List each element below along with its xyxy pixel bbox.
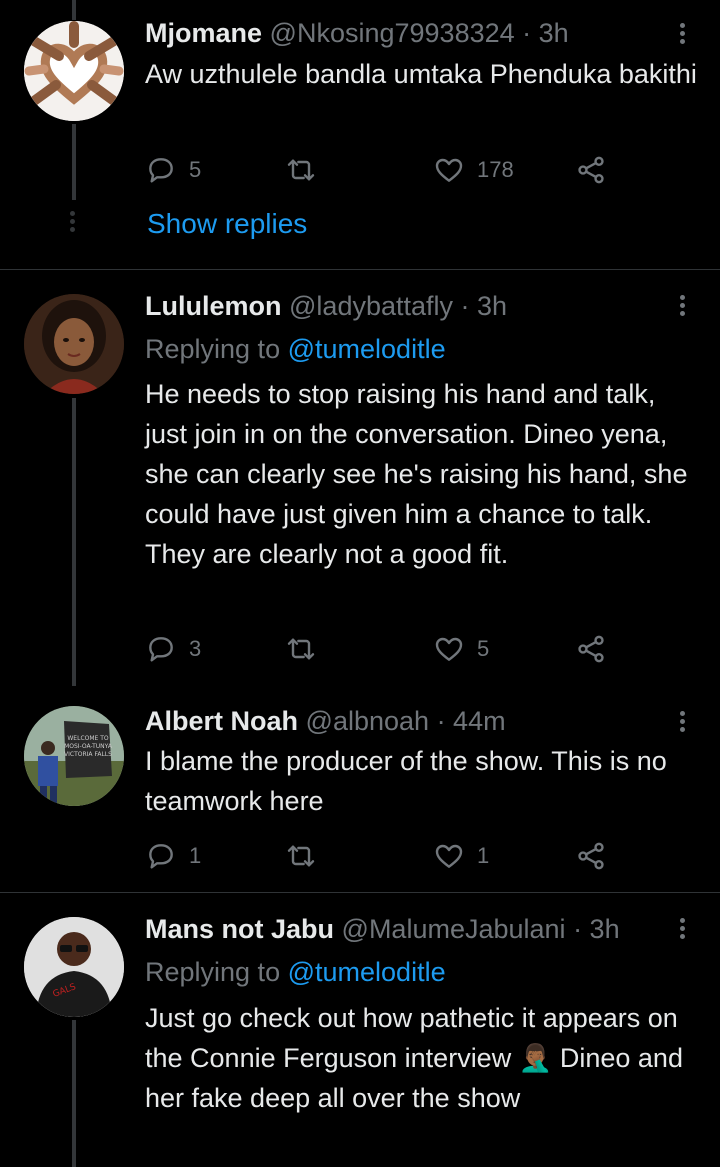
- tweet-1: Mjomane @Nkosing79938324 · 3h Aw uzthule…: [0, 0, 720, 270]
- tweet-actions: 1 1: [145, 836, 625, 876]
- facepalm-emoji: 🤦🏾‍♂️: [518, 1043, 553, 1073]
- retweet-button[interactable]: [285, 836, 317, 876]
- reply-button[interactable]: 5: [145, 150, 201, 190]
- photo-avatar[interactable]: WELCOME TO MOSI-OA-TUNYA VICTORIA FALLS: [24, 706, 124, 806]
- like-count: 178: [477, 157, 514, 182]
- tweet-4: GALS Mans not Jabu @MalumeJabulani · 3h …: [0, 893, 720, 1167]
- reply-icon: [149, 158, 173, 183]
- reply-button[interactable]: 3: [145, 629, 201, 669]
- tweet-text: He needs to stop raising his hand and ta…: [145, 379, 688, 569]
- share-button[interactable]: [575, 836, 607, 876]
- svg-text:WELCOME TO: WELCOME TO: [67, 735, 109, 742]
- handle[interactable]: @Nkosing79938324: [270, 18, 515, 48]
- heart-icon: [435, 158, 463, 182]
- replying-to: Replying to @tumeloditle: [145, 956, 446, 988]
- share-button[interactable]: [575, 629, 607, 669]
- replying-to-link[interactable]: @tumeloditle: [288, 957, 446, 987]
- display-name[interactable]: Lululemon: [145, 291, 282, 321]
- heart-icon: [435, 844, 463, 868]
- svg-text:VICTORIA FALLS: VICTORIA FALLS: [64, 751, 112, 758]
- like-button[interactable]: 178: [433, 150, 514, 190]
- hands-heart-avatar[interactable]: [24, 21, 124, 121]
- handle[interactable]: @MalumeJabulani: [342, 914, 566, 944]
- tweet-header: Mjomane @Nkosing79938324 · 3h: [145, 17, 569, 49]
- replying-to-prefix: Replying to: [145, 334, 281, 364]
- tweet-header: Mans not Jabu @MalumeJabulani · 3h: [145, 913, 620, 945]
- tweet-actions: 5 178: [145, 150, 625, 190]
- more-options-icon[interactable]: [670, 20, 694, 52]
- tweet-3: WELCOME TO MOSI-OA-TUNYA VICTORIA FALLS …: [0, 690, 720, 893]
- show-replies-link[interactable]: Show replies: [147, 208, 307, 240]
- reply-count: 3: [189, 636, 202, 661]
- display-name[interactable]: Mjomane: [145, 18, 262, 48]
- reply-icon: [149, 844, 173, 869]
- tweet-2: Lululemon @ladybattafly · 3h Replying to…: [0, 270, 720, 690]
- more-options-icon[interactable]: [670, 915, 694, 947]
- display-name[interactable]: Mans not Jabu: [145, 914, 334, 944]
- tweet-header: Lululemon @ladybattafly · 3h: [145, 290, 507, 322]
- reply-icon: [149, 637, 173, 662]
- share-icon: [578, 635, 604, 663]
- handle[interactable]: @albnoah: [306, 706, 430, 736]
- share-icon: [578, 156, 604, 184]
- reply-count: 5: [189, 157, 202, 182]
- reply-button[interactable]: 1: [145, 836, 201, 876]
- handle[interactable]: @ladybattafly: [289, 291, 453, 321]
- timestamp[interactable]: · 3h: [573, 914, 620, 944]
- more-options-icon[interactable]: [670, 292, 694, 324]
- illustrated-woman-avatar[interactable]: [24, 294, 124, 394]
- timestamp[interactable]: · 3h: [522, 18, 569, 48]
- retweet-button[interactable]: [285, 629, 317, 669]
- svg-text:MOSI-OA-TUNYA: MOSI-OA-TUNYA: [64, 743, 113, 750]
- share-button[interactable]: [575, 150, 607, 190]
- reply-count: 1: [189, 843, 202, 868]
- replying-to-link[interactable]: @tumeloditle: [288, 334, 446, 364]
- like-button[interactable]: 1: [433, 836, 489, 876]
- retweet-icon: [287, 159, 315, 181]
- retweet-icon: [287, 638, 315, 660]
- tweet-text: Aw uzthulele bandla umtaka Phenduka baki…: [145, 59, 697, 89]
- tweet-header: Albert Noah @albnoah · 44m: [145, 705, 506, 737]
- retweet-icon: [287, 845, 315, 867]
- replying-to: Replying to @tumeloditle: [145, 333, 446, 365]
- man-with-glasses-avatar[interactable]: GALS: [24, 917, 124, 1017]
- tweet-actions: 3 5: [145, 629, 625, 669]
- like-button[interactable]: 5: [433, 629, 489, 669]
- replying-to-prefix: Replying to: [145, 957, 281, 987]
- more-options-icon[interactable]: [670, 708, 694, 740]
- share-icon: [578, 842, 604, 870]
- retweet-button[interactable]: [285, 150, 317, 190]
- tweet-text: I blame the producer of the show. This i…: [145, 746, 667, 816]
- timestamp[interactable]: · 44m: [437, 706, 506, 736]
- timestamp[interactable]: · 3h: [461, 291, 508, 321]
- like-count: 1: [477, 843, 490, 868]
- heart-icon: [435, 637, 463, 661]
- tweet-text: Just go check out how pathetic it appear…: [145, 998, 700, 1118]
- display-name[interactable]: Albert Noah: [145, 706, 298, 736]
- like-count: 5: [477, 636, 490, 661]
